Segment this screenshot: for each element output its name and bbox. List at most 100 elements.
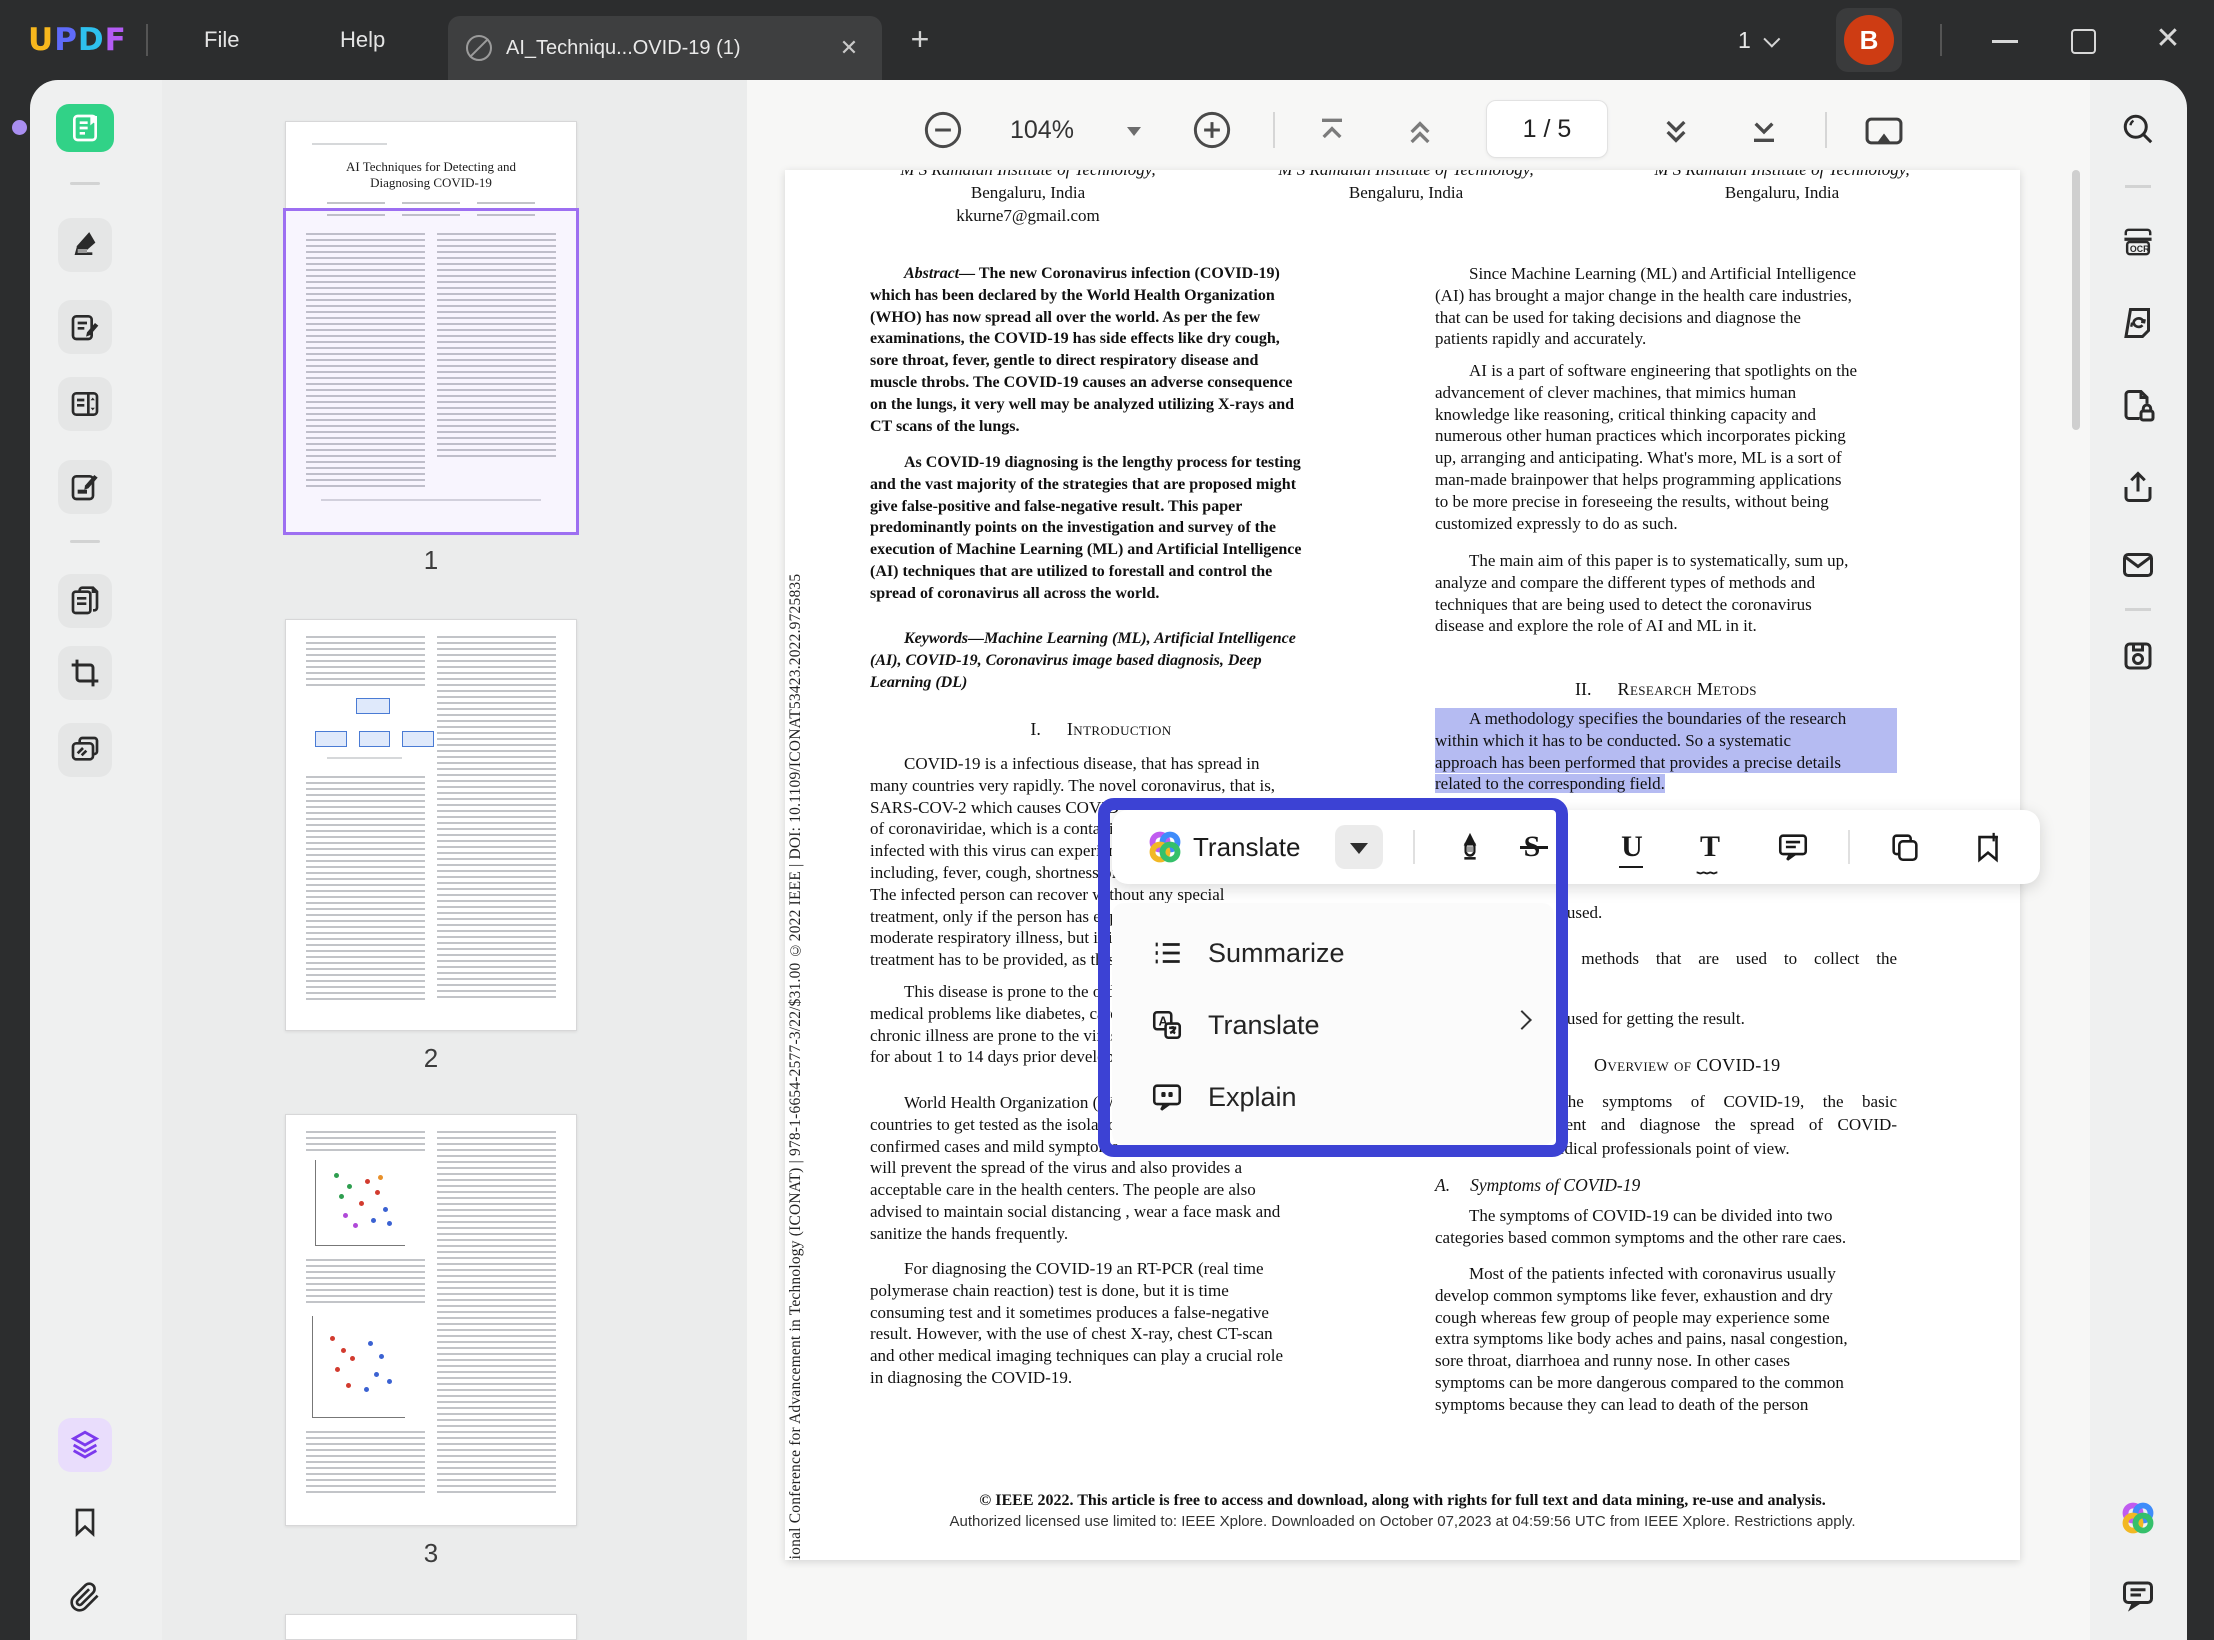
paper-fragment: edical professionals point of view.: [1557, 1139, 1790, 1158]
rs-item-convert[interactable]: [2118, 303, 2158, 343]
rs-item-ocr[interactable]: OCR: [2118, 222, 2158, 262]
paper-line: customized expressly to do as such.: [1435, 513, 1678, 533]
paper-line: As COVID-19 diagnosing is the lengthy pr…: [904, 454, 1301, 471]
sidebar-item-edit[interactable]: [58, 460, 112, 514]
add-bookmark-button[interactable]: [1966, 810, 2010, 884]
accent-dot: [12, 120, 27, 135]
underline-button[interactable]: U: [1610, 810, 1654, 884]
rs-item-mail[interactable]: [2118, 545, 2158, 585]
sidebar-item-crop[interactable]: [58, 646, 112, 700]
thumbnail-viewport-indicator[interactable]: [283, 208, 579, 535]
author-column: M S Ramaiah Institute of Technology, Ben…: [1602, 170, 1962, 204]
decor: [374, 1189, 380, 1195]
highlighter-icon: [74, 232, 96, 255]
decor: [358, 730, 391, 748]
rs-divider: [2125, 185, 2151, 188]
zoom-in-button[interactable]: [1191, 109, 1233, 151]
page-number-input[interactable]: 1 / 5: [1486, 100, 1608, 158]
sidebar-item-comment[interactable]: [58, 300, 112, 354]
paper-line: (AI) has brought a major change in the h…: [1435, 285, 1852, 305]
ai-menu-item-translate[interactable]: A Translate: [1112, 989, 1554, 1061]
paper-line: muscle throbs. The COVID-19 causes an ad…: [870, 373, 1293, 391]
window-count-dropdown[interactable]: 1: [1738, 0, 1781, 80]
paper-fragment: s used for getting the result.: [1556, 1009, 1745, 1028]
sidebar-item-organize[interactable]: [58, 377, 112, 431]
scroll-bottom-icon: [1754, 122, 1774, 142]
paper-line: and other medical imaging techniques can…: [870, 1346, 1284, 1366]
ai-menu-item-summarize[interactable]: Summarize: [1112, 917, 1554, 989]
squiggly-underline-button[interactable]: T: [1688, 810, 1732, 884]
document-scrollbar[interactable]: [2072, 170, 2080, 430]
rs-item-protect[interactable]: [2118, 385, 2158, 425]
minimize-button[interactable]: [1978, 0, 2034, 80]
sidebar-item-reader[interactable]: [56, 104, 114, 152]
author-affiliation: M S Ramaiah Institute of Technology,: [848, 170, 1208, 181]
paper-line: give false-positive and false-negative r…: [870, 497, 1243, 515]
comment-button[interactable]: [1771, 810, 1815, 884]
document-tab[interactable]: AI_Techniqu...OVID-19 (1) ✕: [448, 16, 882, 80]
thumbnail-page-2[interactable]: [285, 619, 577, 1031]
rs-item-feedback[interactable]: [2118, 1575, 2158, 1615]
scroll-to-bottom-button[interactable]: [1744, 112, 1784, 152]
squiggly-underline-icon: T: [1697, 830, 1720, 878]
zoom-level[interactable]: 104%: [1010, 116, 1074, 145]
decor: [329, 1336, 335, 1342]
paper-line: within which it has to be conducted. So …: [1435, 729, 1897, 752]
new-tab-button[interactable]: +: [902, 22, 938, 58]
paper-line: For diagnosing the COVID-19 an RT-PCR (r…: [904, 1259, 1264, 1278]
toolbar-divider: [1848, 830, 1850, 864]
updf-logo[interactable]: UPDF: [28, 22, 127, 58]
sidebar-item-slides[interactable]: [58, 723, 112, 777]
tab-close-icon[interactable]: ✕: [834, 33, 864, 63]
ai-menu-item-explain[interactable]: Explain: [1112, 1061, 1554, 1133]
toolbar-divider: [1273, 112, 1275, 148]
slides-icon: [71, 736, 99, 761]
paper-line: cough whereas few group of people may ex…: [1435, 1307, 1830, 1327]
decor: [355, 697, 391, 715]
paper-line: up, arranging and anticipating. What's m…: [1435, 448, 1842, 468]
organize-pages-icon: [71, 392, 99, 416]
rs-item-search[interactable]: [2118, 109, 2158, 149]
rs-item-save[interactable]: [2118, 636, 2158, 676]
paper-line: related to the corresponding field.: [1435, 774, 1665, 794]
menu-help[interactable]: Help: [322, 0, 403, 80]
sidebar-item-pages[interactable]: [58, 574, 112, 628]
titlebar: UPDF File Help AI_Techniqu...OVID-19 (1)…: [0, 0, 2214, 80]
thumbnail-page-number: 2: [423, 1043, 439, 1073]
zoom-in-icon: [1193, 111, 1231, 149]
toolbar-divider: [1825, 112, 1827, 148]
sidebar-divider: [70, 540, 100, 543]
account-button[interactable]: B: [1836, 8, 1902, 72]
paper-line: (WHO) has now spread all over the world.…: [870, 308, 1261, 326]
zoom-out-button[interactable]: [922, 109, 964, 151]
paper-line: Abstract— The new Coronavirus infection …: [904, 265, 1280, 282]
paper-line: Learning (DL): [870, 673, 968, 691]
close-button[interactable]: ✕: [2140, 0, 2196, 80]
paper-line: The main aim of this paper is to systema…: [1469, 551, 1849, 570]
thumbnail-page-3[interactable]: [285, 1114, 577, 1526]
sidebar-item-layers[interactable]: [58, 1418, 112, 1472]
rs-item-share[interactable]: [2118, 467, 2158, 507]
copy-button[interactable]: [1883, 810, 1927, 884]
paper-line: symptoms because they can lead to death …: [1435, 1394, 1809, 1414]
menu-file[interactable]: File: [186, 0, 257, 80]
sidebar-item-annotate[interactable]: [58, 218, 112, 272]
sidebar-item-attachment[interactable]: [58, 1570, 112, 1624]
previous-page-button[interactable]: [1400, 112, 1440, 152]
tab-document-icon: [466, 35, 492, 61]
ocr-icon: OCR: [2124, 228, 2152, 256]
paper-block-rh2: II. Research Metods: [1435, 679, 1897, 700]
presentation-button[interactable]: [1862, 110, 1906, 152]
zoom-preset-dropdown[interactable]: [1124, 123, 1144, 139]
thumbnail-page-1[interactable]: AI Techniques for Detecting and Diagnosi…: [283, 121, 579, 535]
paper-heading: A. Symptoms of COVID-19: [1435, 1175, 1641, 1195]
sidebar-item-bookmark[interactable]: [58, 1495, 112, 1549]
rs-item-updf-ai[interactable]: [2118, 1498, 2158, 1538]
next-page-button[interactable]: [1656, 112, 1696, 152]
thumbnail-page-4[interactable]: [285, 1614, 577, 1640]
maximize-button[interactable]: [2055, 0, 2111, 80]
decor: [387, 1221, 393, 1227]
translate-icon: A: [1150, 1008, 1184, 1042]
scroll-to-top-button[interactable]: [1312, 112, 1352, 152]
paper-block-ri: AI is a part of software engineering tha…: [1435, 360, 1897, 534]
